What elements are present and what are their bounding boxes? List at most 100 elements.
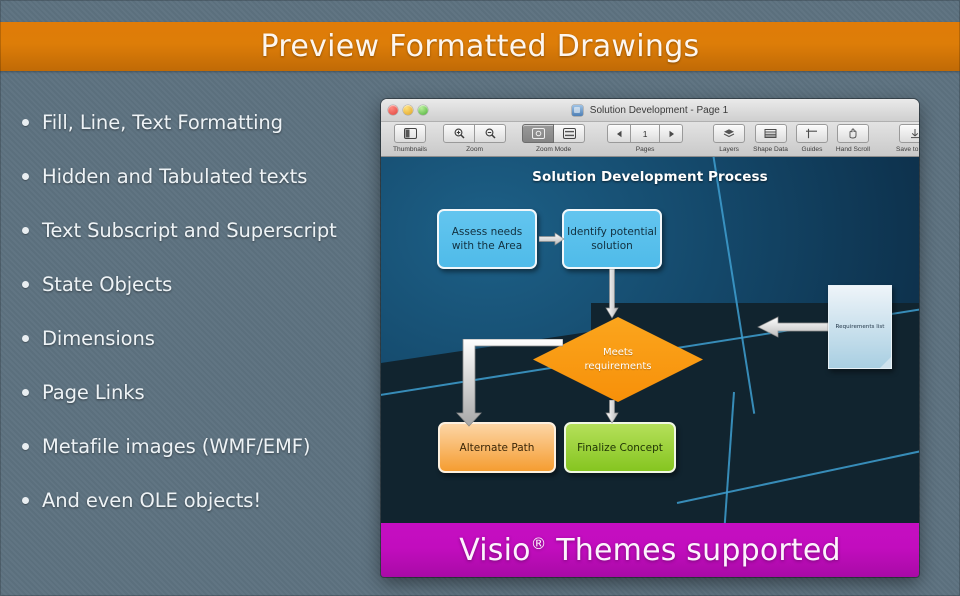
guides-buttons (795, 124, 828, 143)
shape-data-button[interactable] (754, 124, 787, 143)
connector-identify-to-decision (605, 269, 619, 319)
toolbar-group-save-pdf: Save to PDF (896, 124, 919, 153)
window-title: Solution Development - Page 1 (589, 104, 729, 116)
toolbar-group-thumbnails: Thumbnails (393, 124, 427, 153)
process-node-finalize-concept[interactable]: Finalize Concept (564, 422, 676, 473)
shape-data-label: Shape Data (753, 145, 788, 153)
guides-button[interactable] (795, 124, 828, 143)
layers-label: Layers (719, 145, 739, 153)
window-title-group: Solution Development - Page 1 (381, 99, 919, 121)
bullet-label: Hidden and Tabulated texts (42, 165, 308, 188)
bullet-dot-icon (22, 335, 29, 342)
list-item: Fill, Line, Text Formatting (16, 110, 376, 164)
layers-button[interactable] (713, 124, 746, 143)
bullet-label: Text Subscript and Superscript (42, 219, 337, 242)
registered-mark: ® (530, 535, 547, 553)
node-label: Assess needs with the Area (451, 226, 523, 252)
toolbar-group-layers: Layers (713, 124, 746, 153)
bullet-dot-icon (22, 497, 29, 504)
process-node-alternate-path[interactable]: Alternate Path (438, 422, 556, 473)
bullet-label: And even OLE objects! (42, 489, 262, 512)
toolbar-group-zoom: Zoom (443, 124, 507, 153)
zoom-label: Zoom (466, 145, 484, 153)
fit-page-icon (531, 128, 545, 139)
bullet-dot-icon (22, 281, 29, 288)
bullet-dot-icon (22, 443, 29, 450)
bullet-list: Fill, Line, Text Formatting Hidden and T… (16, 110, 376, 542)
window-toolbar[interactable]: Thumbnails Zoom Zoom Mode 1 Pages Layers… (381, 122, 919, 157)
guides-label: Guides (801, 145, 823, 153)
save-to-pdf-button[interactable] (898, 124, 919, 143)
hand-scroll-button[interactable] (836, 124, 869, 143)
fit-width-button[interactable] (554, 124, 586, 143)
guides-icon (806, 128, 818, 139)
slide-title-band: Preview Formatted Drawings (0, 22, 960, 71)
save-to-pdf-label: Save to PDF (896, 145, 919, 153)
node-label: Identify potential solution (567, 226, 657, 252)
bullet-label: Page Links (42, 381, 145, 404)
node-label: Finalize Concept (577, 441, 663, 454)
toolbar-group-shape-data: Shape Data (753, 124, 788, 153)
fit-page-button[interactable] (522, 124, 555, 143)
list-item: Text Subscript and Superscript (16, 218, 376, 272)
table-icon (764, 129, 777, 138)
slide-canvas: Preview Formatted Drawings Fill, Line, T… (0, 0, 960, 596)
previous-page-button[interactable] (607, 124, 632, 143)
pages-label: Pages (635, 145, 655, 153)
decision-label-line1: Meets (602, 346, 634, 358)
banner-text-after: Themes supported (546, 533, 841, 568)
thumbnails-button[interactable] (394, 124, 427, 143)
thumbnails-buttons (394, 124, 427, 143)
drawing-canvas[interactable]: Solution Development Process Assess need… (381, 157, 919, 577)
note-requirements-list[interactable]: Requirements list (828, 285, 892, 369)
visio-themes-banner: Visio® Themes supported (381, 523, 919, 577)
window-titlebar[interactable]: Solution Development - Page 1 (381, 99, 919, 122)
sidebar-icon (403, 128, 417, 139)
bullet-label: State Objects (42, 273, 173, 296)
list-item: Page Links (16, 380, 376, 434)
bullet-dot-icon (22, 227, 29, 234)
save-pdf-buttons (898, 124, 919, 143)
toolbar-group-pages: 1 Pages (607, 124, 684, 153)
hand-icon (850, 128, 857, 139)
hand-scroll-buttons (836, 124, 869, 143)
connector-decision-to-alternate (456, 339, 563, 427)
hand-scroll-label: Hand Scroll (835, 145, 871, 153)
zoom-mode-buttons (522, 124, 586, 143)
list-item: Metafile images (WMF/EMF) (16, 434, 376, 488)
toolbar-group-hand-scroll: Hand Scroll (836, 124, 870, 153)
list-item: And even OLE objects! (16, 488, 376, 542)
toolbar-group-guides: Guides (795, 124, 828, 153)
bullet-dot-icon (22, 173, 29, 180)
connector-decision-to-finalize (605, 400, 619, 424)
connector-note-to-decision (757, 316, 828, 338)
toolbar-group-zoom-mode: Zoom Mode (522, 124, 586, 153)
banner-label: Visio® Themes supported (459, 533, 841, 568)
shape-data-buttons (754, 124, 787, 143)
page-title: Preview Formatted Drawings (260, 29, 700, 64)
note-label: Requirements list (835, 324, 885, 330)
magnifier-minus-icon (485, 128, 496, 139)
list-item: Hidden and Tabulated texts (16, 164, 376, 218)
process-node-assess[interactable]: Assess needs with the Area (437, 209, 537, 269)
page-number-field[interactable]: 1 (631, 124, 661, 143)
bullet-label: Fill, Line, Text Formatting (42, 111, 283, 134)
thumbnails-label: Thumbnails (393, 145, 428, 153)
app-window: Solution Development - Page 1 Thumbnails (381, 99, 919, 577)
zoom-mode-label: Zoom Mode (536, 145, 572, 153)
layers-icon (723, 129, 735, 138)
next-page-button[interactable] (660, 124, 684, 143)
triangle-left-icon (616, 130, 622, 137)
zoom-in-button[interactable] (443, 124, 476, 143)
bullet-dot-icon (22, 389, 29, 396)
bullet-dot-icon (22, 119, 29, 126)
layers-buttons (713, 124, 746, 143)
connector-assess-to-identify (539, 232, 565, 246)
fit-width-icon (562, 128, 576, 139)
magnifier-plus-icon (454, 128, 465, 139)
zoom-buttons (443, 124, 507, 143)
zoom-out-button[interactable] (475, 124, 507, 143)
page-number-value: 1 (642, 128, 648, 139)
process-node-identify[interactable]: Identify potential solution (562, 209, 662, 269)
pdf-icon (910, 129, 919, 139)
